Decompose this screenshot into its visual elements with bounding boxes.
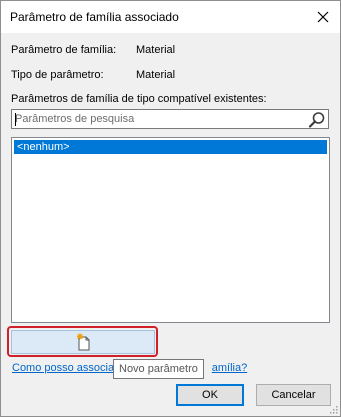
associate-family-parameter-dialog: Parâmetro de família associado Parâmetro… <box>0 0 341 417</box>
list-item[interactable]: <nenhum> <box>14 140 327 154</box>
cancel-button[interactable]: Cancelar <box>256 384 331 406</box>
new-parameter-button[interactable] <box>11 330 155 354</box>
close-button[interactable] <box>306 1 340 33</box>
existing-parameters-label: Parâmetros de família de tipo compatível… <box>11 93 267 105</box>
family-parameter-value: Material <box>136 44 176 56</box>
search-input[interactable] <box>15 111 305 127</box>
text-caret <box>15 113 16 126</box>
help-link-text-end: amília? <box>211 362 248 374</box>
help-link-text-start: Como posso associar <box>12 362 118 374</box>
new-parameter-tooltip: Novo parâmetro <box>113 359 204 379</box>
compatible-parameters-list[interactable]: <nenhum> <box>11 137 330 323</box>
parameter-type-value: Material <box>136 69 176 81</box>
new-document-icon <box>77 333 90 351</box>
dialog-title: Parâmetro de família associado <box>10 10 179 24</box>
title-bar: Parâmetro de família associado <box>1 1 340 33</box>
close-icon <box>317 11 329 23</box>
resize-grip-icon[interactable] <box>328 404 338 414</box>
magnifier-icon[interactable] <box>308 111 326 128</box>
family-parameter-label: Parâmetro de família: <box>11 44 117 56</box>
search-box[interactable] <box>11 109 329 129</box>
ok-button[interactable]: OK <box>176 384 244 406</box>
parameter-type-label: Tipo de parâmetro: <box>11 69 104 81</box>
